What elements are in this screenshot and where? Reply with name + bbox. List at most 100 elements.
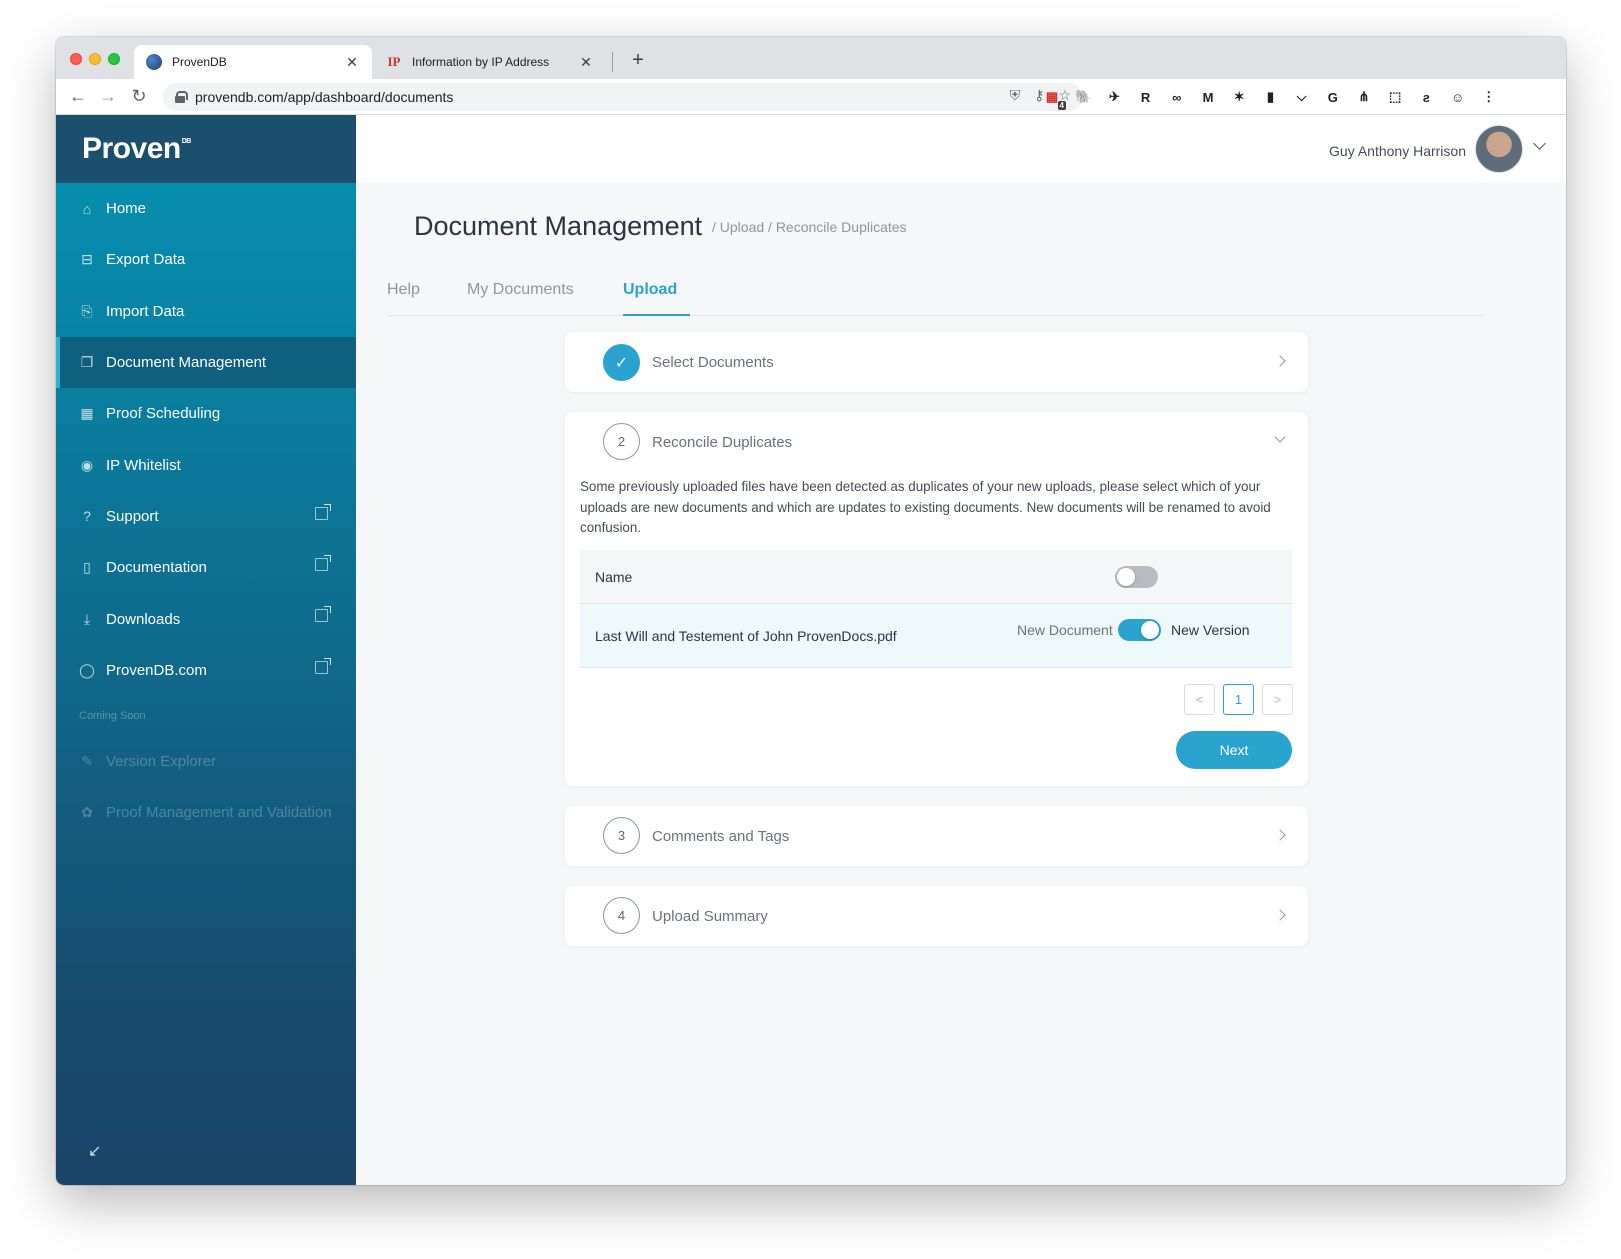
sidebar-item-downloads[interactable]: ⤓ Downloads — [56, 593, 356, 644]
medium-icon[interactable]: M — [1198, 87, 1218, 107]
browser-tab-ip-info[interactable]: IP Information by IP Address ✕ — [374, 45, 606, 79]
extension-badge: 4 — [1057, 101, 1066, 110]
close-tab-icon[interactable]: ✕ — [344, 54, 360, 71]
menu-icon[interactable]: ⋮ — [1479, 87, 1499, 107]
forward-icon[interactable]: → — [96, 84, 120, 108]
sidebar-item-label: Version Explorer — [106, 753, 217, 771]
pagination-prev-button[interactable]: < — [1184, 684, 1215, 715]
tab-separator — [612, 52, 613, 72]
metamask-icon[interactable]: ✶ — [1229, 87, 1249, 107]
chevron-right-icon[interactable] — [1274, 829, 1286, 841]
screenshot-icon[interactable]: ⬚ — [1385, 87, 1405, 107]
step-reconcile-duplicates: 2 Reconcile Duplicates Some previously u… — [565, 412, 1308, 786]
new-document-label: New Document — [1017, 622, 1113, 638]
pagination-page-button[interactable]: 1 — [1223, 684, 1254, 715]
sidebar-item-import-data[interactable]: ⎘ Import Data — [56, 286, 356, 337]
step-number: 2 — [603, 423, 640, 460]
sidebar-item-provendb-com[interactable]: ◯ ProvenDB.com — [56, 645, 356, 696]
check-icon: ✓ — [603, 344, 640, 381]
minimize-window-button[interactable] — [89, 53, 101, 65]
browser-tab-title: Information by IP Address — [412, 55, 550, 69]
calendar-ext-icon[interactable]: ▦ 4 — [1042, 87, 1066, 110]
close-window-button[interactable] — [70, 53, 82, 65]
sidebar-item-ip-whitelist[interactable]: ◉ IP Whitelist — [56, 439, 356, 490]
reload-icon[interactable]: ↻ — [127, 84, 151, 108]
sidebar-item-proof-scheduling[interactable]: ▦ Proof Scheduling — [56, 388, 356, 439]
tab-my-documents[interactable]: My Documents — [467, 281, 574, 309]
sidebar-item-document-management[interactable]: ❐ Document Management — [56, 336, 356, 389]
script-icon[interactable]: ƨ — [1416, 87, 1436, 107]
version-explorer-icon: ✎ — [81, 753, 93, 770]
bookmark-icon[interactable]: ▮ — [1260, 87, 1280, 107]
tree-icon[interactable]: ⋔ — [1354, 87, 1374, 107]
back-icon[interactable]: ← — [66, 84, 90, 108]
pocket-icon[interactable]: ⌵ — [1292, 87, 1312, 107]
top-bar: Guy Anthony Harrison — [356, 115, 1566, 183]
sidebar-item-export-data[interactable]: ⊟ Export Data — [56, 234, 356, 285]
chevron-right-icon[interactable] — [1274, 909, 1286, 921]
documentation-icon: ▯ — [83, 559, 91, 576]
evernote-icon[interactable]: 🐘 — [1073, 87, 1093, 107]
sidebar-item-label: Import Data — [106, 302, 185, 320]
sidebar-item-label: Export Data — [106, 251, 186, 269]
profile-icon[interactable]: ☺ — [1448, 87, 1468, 107]
ext-bird-icon[interactable]: ✈ — [1104, 87, 1124, 107]
column-header-name: Name — [595, 569, 633, 585]
main-content: Document Management / Upload / Reconcile… — [356, 183, 1566, 1185]
avatar[interactable] — [1475, 125, 1523, 173]
new-tab-button[interactable]: + — [626, 49, 650, 72]
sidebar-item-documentation[interactable]: ▯ Documentation — [56, 542, 356, 593]
browser-tab-provendb[interactable]: ProvenDB ✕ — [134, 45, 372, 79]
handshake-icon[interactable]: ∞ — [1167, 87, 1187, 107]
chevron-right-icon[interactable] — [1274, 355, 1286, 367]
chevron-down-icon[interactable] — [1274, 431, 1286, 443]
sidebar-item-label: ProvenDB.com — [106, 661, 207, 679]
sidebar-item-label: IP Whitelist — [106, 456, 181, 474]
app: ProvenDB ⌂ Home ⊟ Export Data ⎘ Import Data ❐ D… — [56, 115, 1566, 1185]
step-comments-and-tags[interactable]: 3 Comments and Tags — [565, 806, 1308, 866]
maximize-window-button[interactable] — [108, 53, 120, 65]
home-icon: ⌂ — [82, 200, 92, 217]
sidebar-item-label: Proof Management and Validation — [106, 804, 332, 822]
shield-icon[interactable]: ⛨ — [1010, 87, 1021, 104]
browser-window: ProvenDB ✕ IP Information by IP Address … — [56, 37, 1566, 1185]
ip-whitelist-icon: ◉ — [80, 456, 94, 473]
chevron-down-icon[interactable] — [1533, 137, 1546, 150]
pagination-next-button[interactable]: > — [1262, 684, 1293, 715]
ip-favicon-icon: IP — [387, 54, 401, 69]
sidebar-item-support[interactable]: ? Support — [56, 491, 356, 542]
tab-help[interactable]: Help — [387, 281, 420, 309]
external-link-icon — [315, 657, 331, 674]
import-data-icon: ⎘ — [81, 302, 93, 319]
external-link-icon — [315, 503, 331, 520]
duplicates-table: Name Last Will and Testement of John Pro… — [580, 550, 1292, 668]
document-management-icon: ❐ — [80, 354, 94, 371]
sidebar-item-label: Proof Scheduling — [106, 405, 221, 423]
tab-upload[interactable]: Upload — [623, 281, 690, 316]
step-select-documents[interactable]: ✓ Select Documents — [565, 332, 1308, 392]
url-text: provendb.com/app/dashboard/documents — [195, 89, 454, 105]
toggle-all-switch[interactable] — [1115, 566, 1158, 588]
step-label: Upload Summary — [652, 908, 768, 925]
close-tab-icon[interactable]: ✕ — [578, 54, 594, 71]
step-upload-summary[interactable]: 4 Upload Summary — [565, 886, 1308, 946]
readability-icon[interactable]: R — [1136, 87, 1156, 107]
provendb-logo[interactable]: ProvenDB — [82, 132, 191, 166]
provendb-com-icon: ◯ — [79, 661, 95, 678]
sidebar: ProvenDB ⌂ Home ⊟ Export Data ⎘ Import Data ❐ D… — [56, 115, 356, 1185]
sidebar-item-proof-management: ✿ Proof Management and Validation — [56, 787, 356, 838]
step-number: 3 — [603, 817, 640, 854]
new-version-label: New Version — [1171, 622, 1250, 638]
collapse-sidebar-icon[interactable]: ↙ — [88, 1141, 101, 1161]
step-label: Reconcile Duplicates — [652, 434, 793, 451]
sidebar-item-home[interactable]: ⌂ Home — [56, 183, 356, 234]
grammarly-icon[interactable]: G — [1323, 87, 1343, 107]
browser-toolbar: ← → ↻ provendb.com/app/dashboard/documen… — [56, 79, 1566, 115]
user-name[interactable]: Guy Anthony Harrison — [1329, 143, 1466, 159]
address-bar[interactable]: provendb.com/app/dashboard/documents ⛨ ⚷… — [163, 83, 1083, 111]
next-button[interactable]: Next — [1176, 731, 1292, 769]
sidebar-item-label: Downloads — [106, 610, 181, 628]
reconcile-description: Some previously uploaded files have been… — [580, 479, 1271, 535]
new-version-switch[interactable] — [1118, 619, 1161, 641]
step-label: Select Documents — [652, 354, 774, 371]
